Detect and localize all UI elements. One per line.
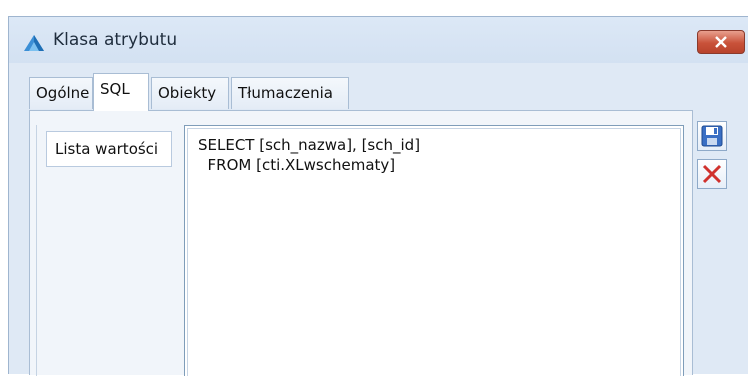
tab-general[interactable]: Ogólne <box>29 77 93 109</box>
tab-objects[interactable]: Obiekty <box>151 77 229 109</box>
tab-label: Tłumaczenia <box>238 84 333 102</box>
save-icon <box>701 125 723 147</box>
tab-label: Ogólne <box>36 84 90 102</box>
value-list-label: Lista wartości <box>55 140 159 158</box>
title-bar[interactable]: Klasa atrybutu <box>9 17 748 63</box>
value-list-item[interactable]: Lista wartości <box>46 131 172 167</box>
cancel-x-icon <box>702 164 722 184</box>
tab-sql[interactable]: SQL <box>93 73 149 111</box>
tab-translations[interactable]: Tłumaczenia <box>231 77 349 109</box>
app-icon <box>24 35 44 51</box>
desktop: Klasa atrybutu Ogólne SQL Obiekty Tłumac… <box>0 0 748 376</box>
sql-line: FROM [cti.XLwschematy] <box>198 156 396 174</box>
save-button[interactable] <box>697 121 727 151</box>
attribute-class-window: Klasa atrybutu Ogólne SQL Obiekty Tłumac… <box>8 16 748 376</box>
tab-label: Obiekty <box>158 84 217 102</box>
divider <box>36 125 37 376</box>
window-title: Klasa atrybutu <box>53 30 178 50</box>
close-button[interactable] <box>697 30 745 54</box>
sql-query-editor[interactable]: SELECT [sch_nazwa], [sch_id] FROM [cti.X… <box>184 125 684 376</box>
cancel-button[interactable] <box>697 159 727 189</box>
sql-line: SELECT [sch_nazwa], [sch_id] <box>198 136 421 154</box>
close-icon <box>715 36 727 48</box>
sql-query-text[interactable]: SELECT [sch_nazwa], [sch_id] FROM [cti.X… <box>187 128 681 376</box>
sql-tab-panel: Lista wartości SELECT [sch_nazwa], [sch_… <box>29 110 693 376</box>
tab-label: SQL <box>100 80 130 98</box>
